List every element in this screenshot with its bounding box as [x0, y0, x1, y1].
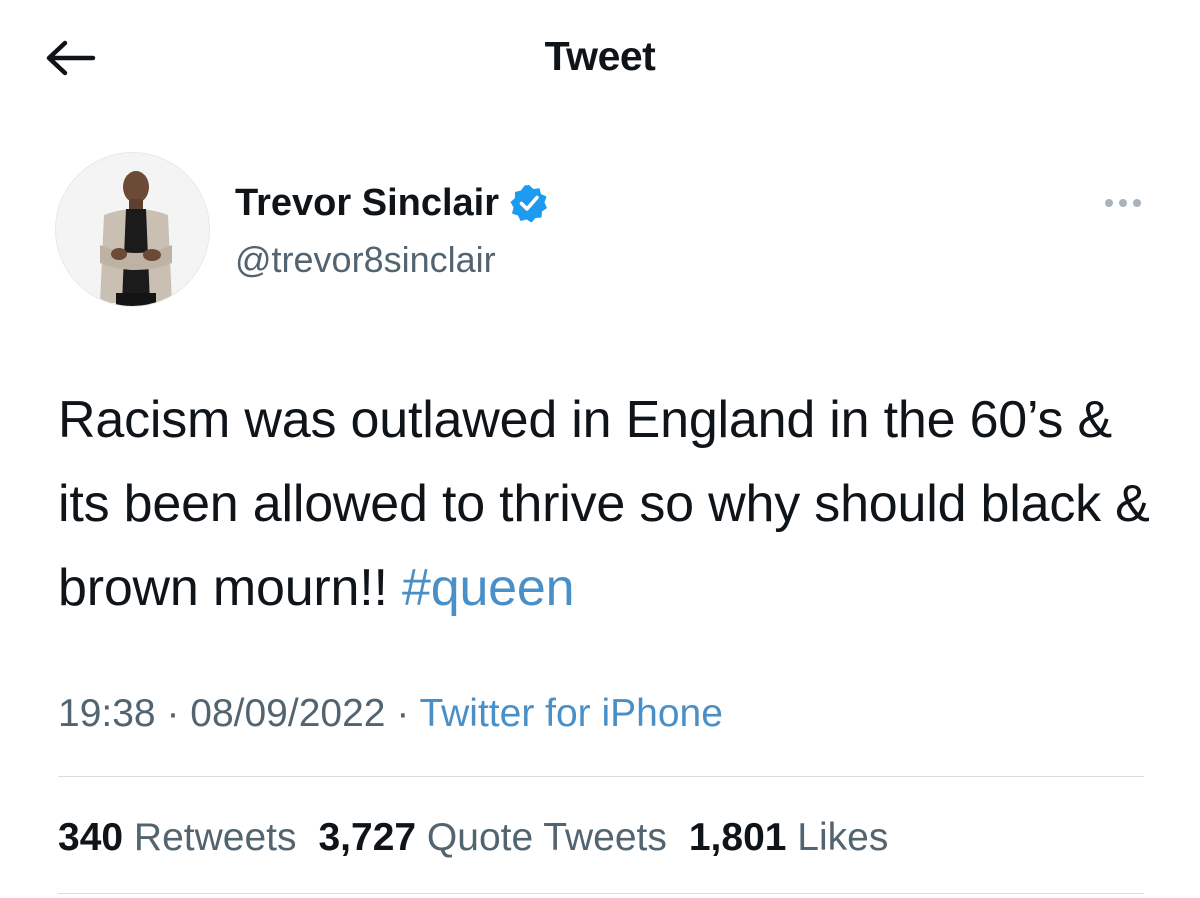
avatar-image	[56, 153, 209, 306]
likes-count: 1,801	[688, 816, 787, 859]
meta-separator-2: ·	[385, 692, 420, 735]
author-name-text: Trevor Sinclair	[235, 182, 500, 224]
quote-tweets-count: 3,727	[318, 816, 417, 859]
retweets-count: 340	[58, 816, 124, 859]
more-horizontal-icon	[1105, 199, 1141, 207]
verified-badge-icon	[510, 185, 548, 223]
top-bar: Tweet	[0, 0, 1200, 120]
divider	[58, 776, 1144, 777]
retweets-stat[interactable]: 340 Retweets	[58, 812, 296, 864]
tweet-stats: 340 Retweets 3,727 Quote Tweets 1,801 Like…	[58, 812, 910, 864]
tweet-meta: 19:38 · 08/09/2022 · Twitter for iPhone	[58, 688, 723, 740]
author-name[interactable]: Trevor Sinclair	[235, 180, 549, 226]
tweet-source-link[interactable]: Twitter for iPhone	[419, 692, 722, 735]
meta-separator: ·	[155, 692, 191, 735]
quote-tweets-label: Quote Tweets	[416, 816, 667, 859]
tweet-author: Trevor Sinclair @trevor8sinclair	[55, 152, 1155, 312]
likes-label: Likes	[786, 816, 889, 859]
avatar[interactable]	[55, 152, 210, 307]
hashtag-link[interactable]: #queen	[402, 559, 575, 617]
author-handle[interactable]: @trevor8sinclair	[235, 238, 496, 282]
tweet-text: Racism was outlawed in England in the 60…	[58, 378, 1168, 630]
page-title: Tweet	[544, 33, 656, 79]
divider-bottom	[58, 893, 1144, 894]
tweet-date: 08/09/2022	[190, 692, 386, 735]
tweet-time: 19:38	[58, 692, 156, 735]
quote-tweets-stat[interactable]: 3,727 Quote Tweets	[318, 812, 666, 864]
more-button[interactable]	[1095, 188, 1151, 218]
likes-stat[interactable]: 1,801 Likes	[689, 812, 889, 864]
retweets-label: Retweets	[123, 816, 297, 859]
tweet-body: Racism was outlawed in England in the 60…	[58, 391, 1150, 617]
